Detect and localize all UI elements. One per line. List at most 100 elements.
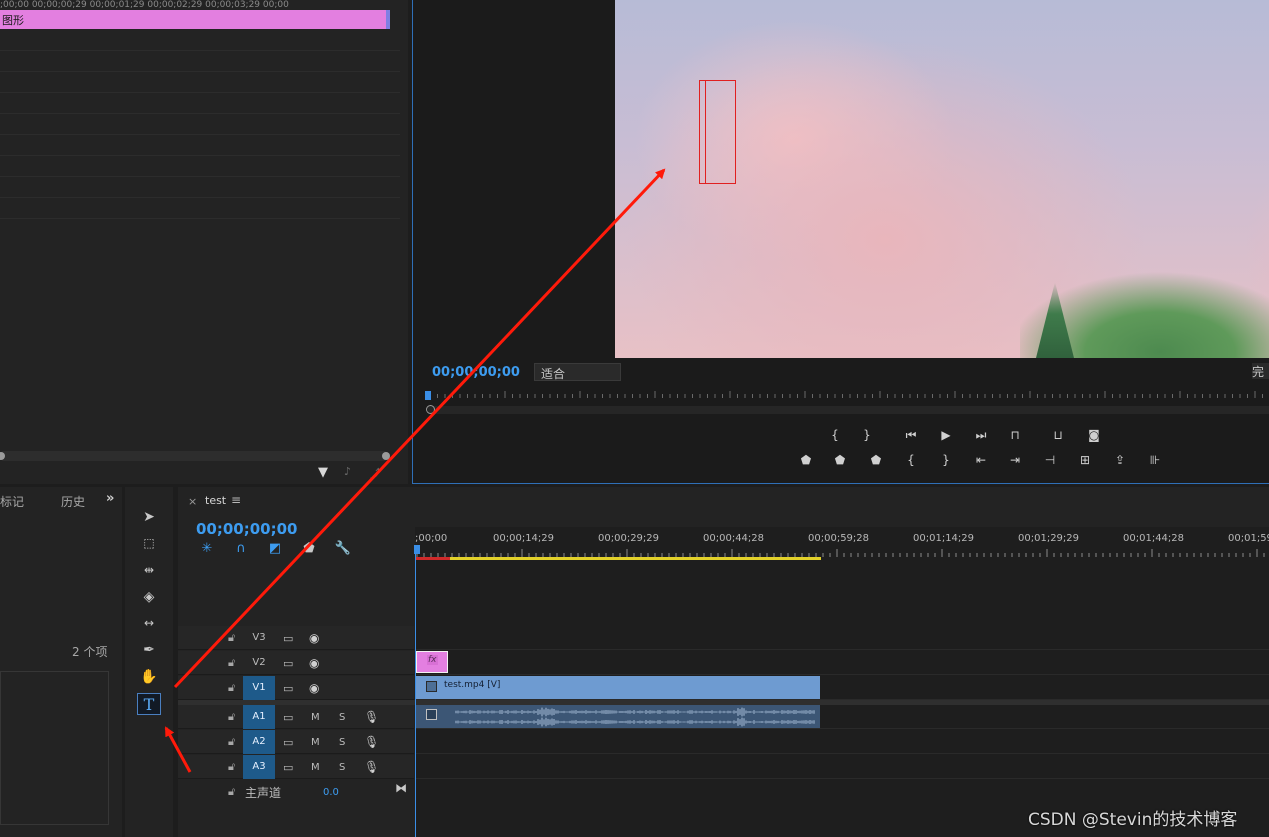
track-lane-v2[interactable]	[415, 651, 1269, 675]
more-panels-button[interactable]: »	[106, 491, 114, 506]
go-to-in-icon[interactable]: {	[902, 452, 920, 468]
add-marker-icon[interactable]: ⬟	[797, 452, 815, 468]
solo-button[interactable]: S	[339, 737, 345, 748]
razor-tool-icon[interactable]: ◈	[137, 586, 161, 608]
pen-tool-icon[interactable]: ✒	[137, 639, 161, 661]
trim-icon[interactable]: ⊣	[1041, 452, 1059, 468]
track-select-tool-icon[interactable]: ⬚	[137, 532, 161, 554]
close-sequence-button[interactable]: ×	[188, 495, 197, 508]
lift-icon[interactable]: ⊓	[1006, 427, 1024, 443]
wrench-icon[interactable]: 🔧	[334, 541, 352, 557]
eye-icon[interactable]: ◉	[309, 656, 319, 670]
audio-clip[interactable]	[416, 705, 820, 728]
play-button[interactable]: ▶	[937, 427, 955, 443]
scroll-right-handle[interactable]	[382, 452, 390, 460]
go-to-end-icon[interactable]: ⧓	[395, 781, 407, 795]
master-volume-value[interactable]: 0.0	[323, 787, 339, 798]
track-label-a3[interactable]: A3	[243, 755, 275, 779]
mute-button[interactable]: M	[311, 762, 320, 773]
mute-button[interactable]: M	[311, 712, 320, 723]
timeline-playhead[interactable]	[414, 545, 420, 554]
program-timecode[interactable]: 00;00;00;00	[432, 365, 520, 380]
lock-icon[interactable]: 🔓︎	[228, 760, 235, 774]
track-lane-a2[interactable]	[415, 730, 1269, 754]
track-label-v2[interactable]: V2	[243, 651, 275, 675]
step-back-button[interactable]: ⏮	[902, 427, 920, 443]
mark-in-button[interactable]: {	[826, 427, 844, 443]
mute-button[interactable]: M	[311, 737, 320, 748]
export-icon[interactable]: ⤴	[370, 465, 381, 481]
lock-icon[interactable]: 🔓︎	[228, 681, 235, 695]
type-tool-icon[interactable]: T	[137, 693, 161, 715]
timeline-ruler[interactable]: ;00;00 00;00;14;29 00;00;29;29 00;00;44;…	[415, 533, 1269, 547]
selection-tool-icon[interactable]: ➤	[137, 506, 161, 528]
microphone-icon[interactable]: 🎙︎	[364, 760, 379, 774]
sequence-tab[interactable]: test	[205, 494, 226, 507]
track-label-a2[interactable]: A2	[243, 730, 275, 754]
mark-out-button[interactable]: }	[858, 427, 876, 443]
sync-lock-icon[interactable]: ▭	[283, 761, 293, 774]
go-to-previous-edit-icon[interactable]: ⇤	[972, 452, 990, 468]
scroll-left-handle[interactable]	[0, 452, 5, 460]
program-playhead[interactable]	[425, 391, 431, 400]
audio-waveform	[455, 707, 815, 727]
graphic-clip-bar[interactable]: 图形	[0, 10, 390, 29]
graphic-clip-end-handle[interactable]	[386, 10, 390, 29]
program-scroll-track[interactable]	[428, 406, 1269, 414]
sync-lock-icon[interactable]: ▭	[283, 657, 293, 670]
eye-icon[interactable]: ◉	[309, 631, 319, 645]
sync-lock-icon[interactable]: ▭	[283, 711, 293, 724]
go-to-out-icon[interactable]: }	[937, 452, 955, 468]
sync-lock-icon[interactable]: ▭	[283, 682, 293, 695]
sync-lock-icon[interactable]: ▭	[283, 736, 293, 749]
go-to-previous-marker-icon[interactable]: ⬟	[831, 452, 849, 468]
overwrite-icon[interactable]: ⊞	[1076, 452, 1094, 468]
go-to-next-edit-icon[interactable]: ⇥	[1006, 452, 1024, 468]
share-icon[interactable]: ⇪	[1111, 452, 1129, 468]
extract-icon[interactable]: ⊔	[1049, 427, 1067, 443]
solo-button[interactable]: S	[339, 712, 345, 723]
video-clip[interactable]: test.mp4 [V]	[416, 676, 820, 699]
nest-icon[interactable]: ✳	[198, 541, 216, 557]
export-frame-icon[interactable]: ◙	[1085, 427, 1103, 443]
lock-icon[interactable]: 🔓︎	[228, 785, 235, 799]
track-label-v1[interactable]: V1	[243, 676, 275, 700]
slip-tool-icon[interactable]: ↔	[137, 612, 161, 634]
effect-controls-ruler[interactable]: ;00;00 00;00;00;29 00;00;01;29 00;00;02;…	[0, 0, 392, 8]
filter-icon[interactable]: ▼	[318, 465, 328, 480]
sync-lock-icon[interactable]: ▭	[283, 632, 293, 645]
microphone-icon[interactable]: 🎙︎	[364, 710, 379, 724]
linked-selection-icon[interactable]: ◩	[266, 541, 284, 557]
button-editor-icon[interactable]: ⊪	[1146, 452, 1164, 468]
timeline-timecode[interactable]: 00;00;00;00	[196, 520, 298, 538]
snap-magnet-icon[interactable]: ∩	[232, 541, 250, 557]
tab-markers[interactable]: 标记	[0, 493, 24, 510]
track-lane-v3[interactable]	[415, 626, 1269, 650]
track-label-a1[interactable]: A1	[243, 705, 275, 729]
track-lane-a3[interactable]	[415, 755, 1269, 779]
markers-list[interactable]	[0, 671, 109, 825]
hand-tool-icon[interactable]: ✋	[137, 666, 161, 688]
lock-icon[interactable]: 🔓︎	[228, 656, 235, 670]
track-label-v3[interactable]: V3	[243, 626, 275, 650]
add-marker-icon[interactable]: ⬟	[300, 541, 318, 557]
render-bar-red	[416, 557, 450, 560]
graphic-clip[interactable]: fx	[416, 651, 448, 673]
eye-icon[interactable]: ◉	[309, 681, 319, 695]
tab-history[interactable]: 历史	[61, 493, 85, 510]
lock-icon[interactable]: 🔓︎	[228, 631, 235, 645]
lock-icon[interactable]: 🔓︎	[228, 735, 235, 749]
ripple-edit-tool-icon[interactable]: ⇹	[137, 559, 161, 581]
solo-button[interactable]: S	[339, 762, 345, 773]
audio-only-icon[interactable]: ♪	[344, 465, 351, 478]
lock-icon[interactable]: 🔓︎	[228, 710, 235, 724]
microphone-icon[interactable]: 🎙︎	[364, 735, 379, 749]
go-to-next-marker-icon[interactable]: ⬟	[867, 452, 885, 468]
resolution-select[interactable]: 完	[1252, 363, 1269, 379]
program-zoom-handle[interactable]	[426, 405, 435, 414]
effect-controls-zoom-scrollbar[interactable]	[0, 451, 390, 461]
program-ruler[interactable]	[428, 390, 1269, 414]
step-forward-button[interactable]: ⏭	[972, 427, 990, 443]
fit-select[interactable]: 适合 ⌄	[534, 363, 621, 381]
sequence-menu-icon[interactable]: ≡	[231, 493, 241, 507]
